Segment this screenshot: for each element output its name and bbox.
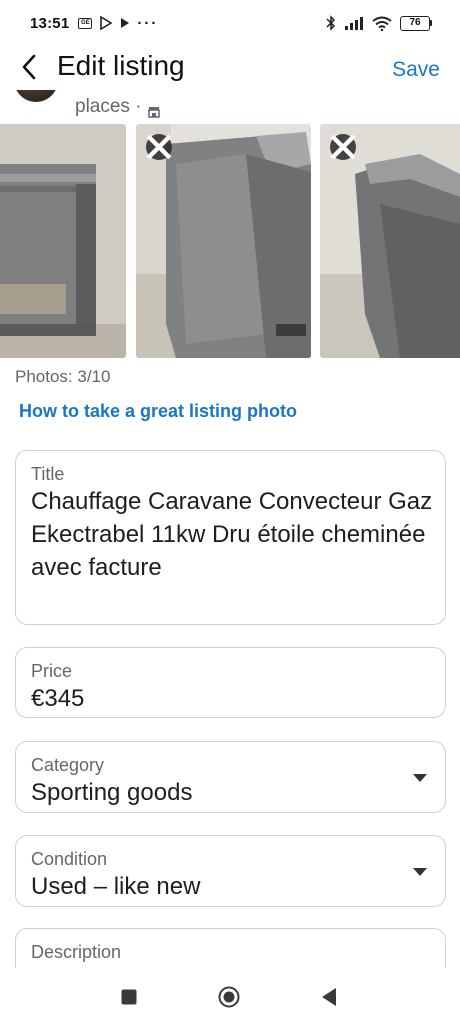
back-button[interactable]	[14, 52, 44, 82]
home-circle-icon	[218, 986, 240, 1008]
photo-carousel[interactable]	[0, 124, 460, 360]
condition-value: Used – like new	[31, 873, 201, 900]
listing-photo[interactable]	[0, 124, 126, 358]
remove-photo-button[interactable]	[146, 134, 172, 160]
photo-tips-link[interactable]: How to take a great listing photo	[19, 401, 297, 422]
more-notifications-icon: ···	[137, 14, 159, 32]
system-back-button[interactable]	[318, 986, 340, 1008]
category-label: Category	[31, 755, 105, 775]
caret-down-icon	[413, 868, 427, 876]
signal-icon	[345, 17, 363, 30]
recents-square-icon	[121, 989, 137, 1005]
back-arrow-icon	[22, 54, 36, 80]
remove-photo-button[interactable]	[330, 134, 356, 160]
title-label: Title	[31, 464, 65, 484]
system-nav-bar	[0, 968, 460, 1024]
play-icon	[121, 18, 130, 28]
photos-count: Photos: 3/10	[15, 367, 111, 386]
marketplace-shop-icon	[147, 102, 160, 118]
battery-level: 76	[400, 15, 430, 31]
wifi-icon	[372, 16, 392, 31]
price-input[interactable]: €345	[31, 682, 84, 715]
home-button[interactable]	[218, 986, 240, 1008]
status-bar: 13:51 GE ··· 76	[0, 0, 460, 46]
condition-label: Condition	[31, 849, 108, 869]
back-triangle-icon	[322, 988, 336, 1006]
caret-down-icon	[413, 774, 427, 782]
close-icon	[146, 134, 172, 160]
category-select[interactable]: Category Sporting goods	[15, 741, 446, 813]
title-input[interactable]: Chauffage Caravane Convecteur Gaz Ekectr…	[31, 485, 436, 584]
description-label: Description	[31, 942, 122, 962]
play-store-icon	[100, 16, 113, 30]
listing-photo[interactable]	[320, 124, 460, 358]
title-field[interactable]: Title Chauffage Caravane Convecteur Gaz …	[15, 450, 446, 625]
listing-photo[interactable]	[136, 124, 311, 358]
close-icon	[330, 134, 356, 160]
notification-badge-icon: GE	[78, 17, 93, 29]
audience-text: places ·	[75, 96, 142, 117]
page-title: Edit listing	[57, 50, 185, 81]
battery-icon: 76	[400, 15, 432, 31]
status-time: 13:51	[30, 14, 70, 32]
app-header: Edit listing Save	[0, 46, 460, 90]
recents-button[interactable]	[118, 986, 140, 1008]
bluetooth-icon	[326, 15, 336, 31]
category-value: Sporting goods	[31, 779, 193, 806]
condition-select[interactable]: Condition Used – like new	[15, 835, 446, 907]
save-button[interactable]: Save	[392, 58, 440, 82]
price-label: Price	[31, 661, 73, 681]
price-field[interactable]: Price €345	[15, 647, 446, 718]
